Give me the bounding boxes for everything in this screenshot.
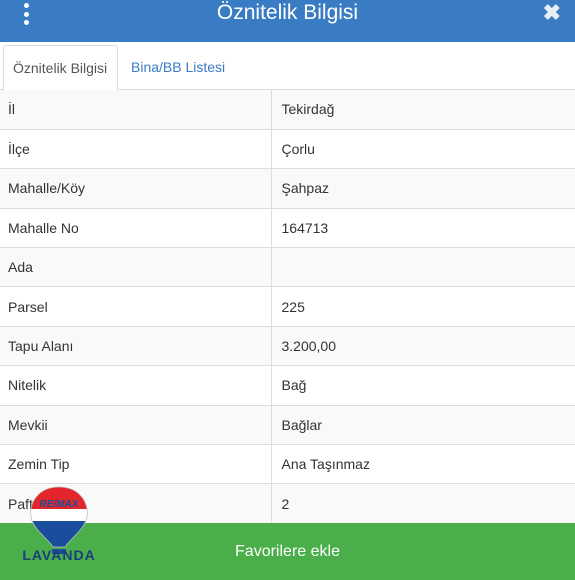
attribute-value: Bağlar (270, 405, 575, 446)
attribute-table: İl Tekirdağ İlçe Çorlu Mahalle/Köy Şahpa… (0, 90, 575, 524)
attribute-value: 225 (270, 286, 575, 327)
page-title: Öznitelik Bilgisi (216, 1, 359, 24)
attribute-key: Mahalle/Köy (0, 168, 271, 209)
attribute-key: Parsel (0, 286, 271, 327)
table-row: Tapu Alanı 3.200,00 (0, 326, 575, 367)
close-icon[interactable]: ✖ (543, 2, 561, 24)
attribute-value: Bağ (270, 365, 575, 406)
attribute-value (270, 247, 575, 288)
attribute-key: Tapu Alanı (0, 326, 271, 367)
table-row: Mevkii Bağlar (0, 405, 575, 446)
attribute-key: Mahalle No (0, 208, 271, 249)
attribute-key: Ada (0, 247, 271, 288)
attribute-key: İl (0, 90, 271, 130)
tab-bar: Öznitelik Bilgisi Bina/BB Listesi (0, 42, 575, 91)
attribute-key: Pafta (0, 483, 271, 524)
attribute-value: 3.200,00 (270, 326, 575, 367)
table-row: Zemin Tip Ana Taşınmaz (0, 444, 575, 485)
brand-name: LAVANDA (22, 547, 96, 563)
attribute-key: Zemin Tip (0, 444, 271, 485)
attribute-value: Ana Taşınmaz (270, 444, 575, 485)
table-row: Parsel 225 (0, 286, 575, 327)
attribute-key: İlçe (0, 129, 271, 170)
attribute-value: Şahpaz (270, 168, 575, 209)
table-row: İlçe Çorlu (0, 129, 575, 170)
header-bar: Öznitelik Bilgisi ✖ (0, 0, 575, 42)
table-row: Mahalle No 164713 (0, 208, 575, 249)
tab-attribute-info[interactable]: Öznitelik Bilgisi (3, 45, 118, 91)
attribute-value: 2 (270, 483, 575, 524)
attribute-key: Nitelik (0, 365, 271, 406)
attribute-value: Çorlu (270, 129, 575, 170)
attribute-key: Mevkii (0, 405, 271, 446)
attribute-value: 164713 (270, 208, 575, 249)
table-row: Ada (0, 247, 575, 288)
table-row: Pafta 2 (0, 483, 575, 524)
attribute-value: Tekirdağ (270, 90, 575, 130)
tab-building-list[interactable]: Bina/BB Listesi (122, 45, 234, 91)
table-row: Mahalle/Köy Şahpaz (0, 168, 575, 209)
table-row: İl Tekirdağ (0, 90, 575, 130)
table-row: Nitelik Bağ (0, 365, 575, 406)
